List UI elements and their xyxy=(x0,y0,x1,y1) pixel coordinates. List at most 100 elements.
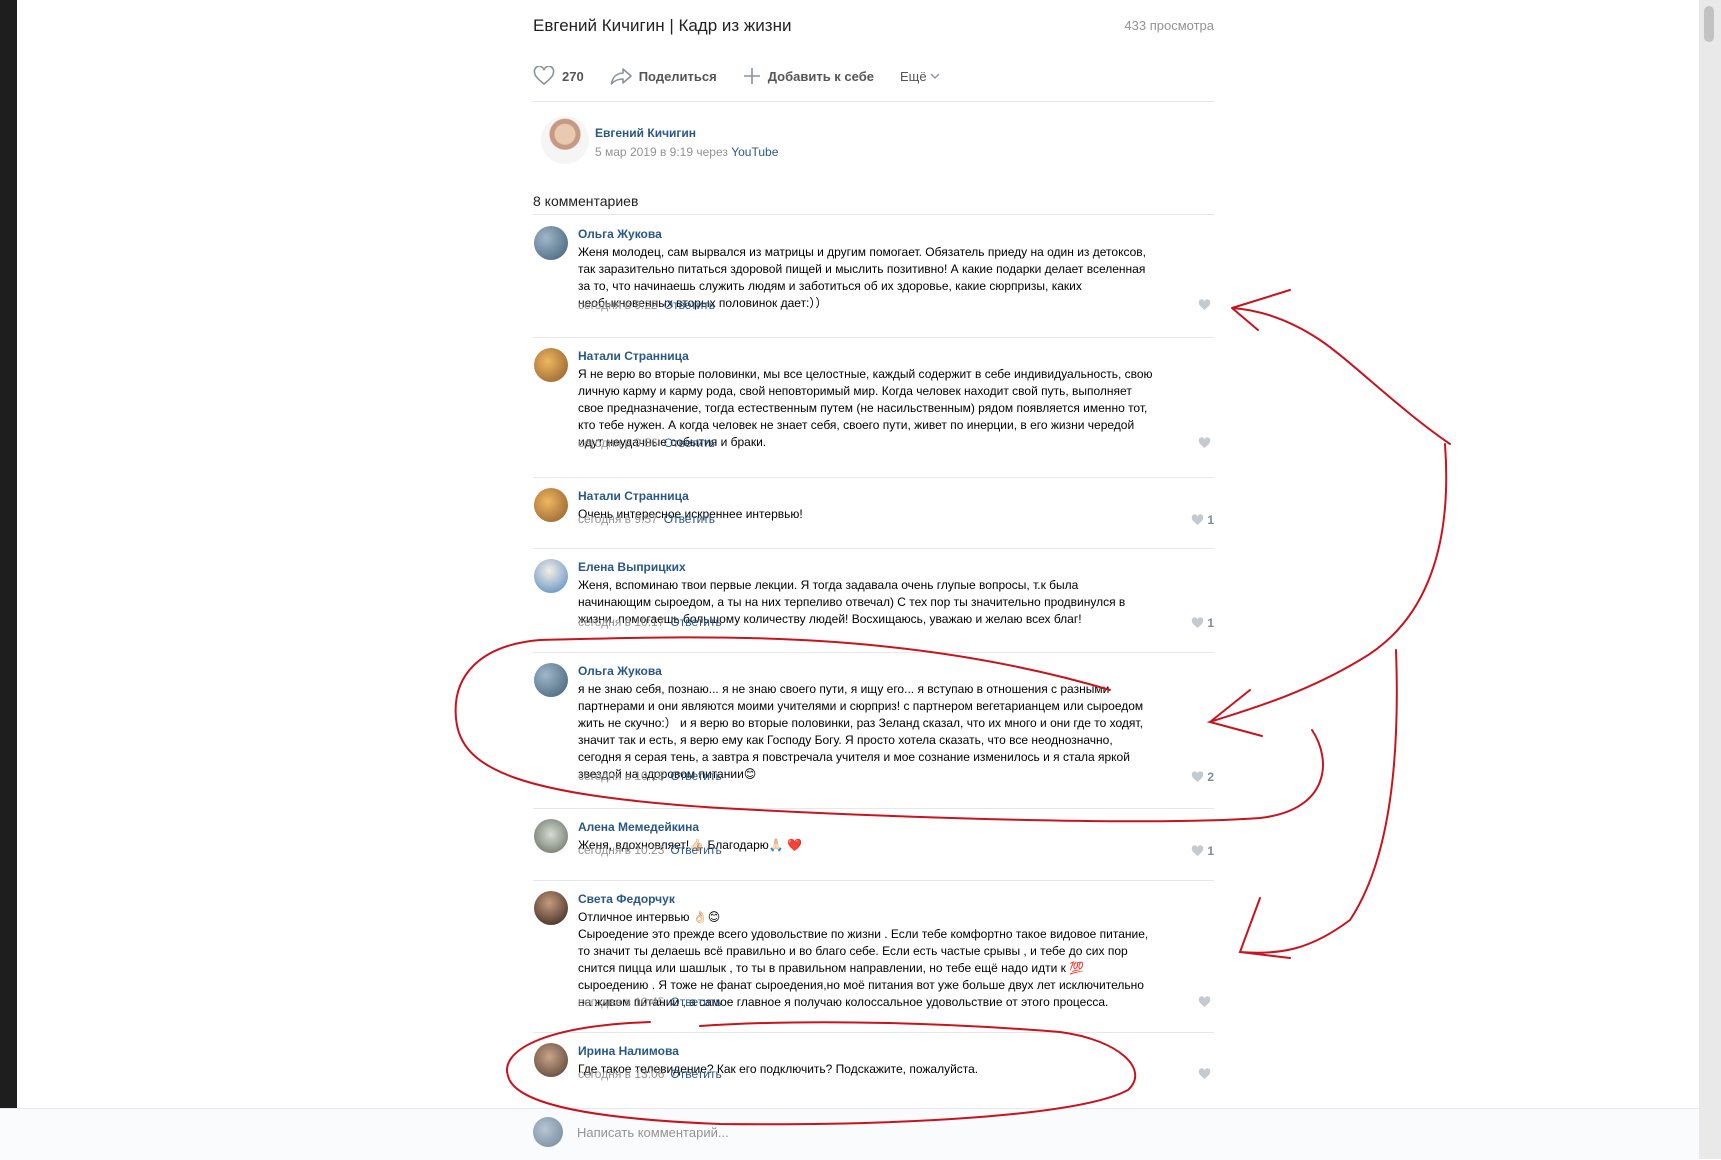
commenter-name[interactable]: Натали Странница xyxy=(578,349,689,363)
commenter-name[interactable]: Ольга Жукова xyxy=(578,664,662,678)
reply-link[interactable]: Ответить xyxy=(670,615,721,629)
commenter-name[interactable]: Натали Странница xyxy=(578,489,689,503)
comment-meta: сегодня в 13:06 Ответить xyxy=(578,1067,722,1081)
heart-icon xyxy=(533,66,555,86)
commenter-avatar[interactable] xyxy=(534,819,568,853)
scrollbar-thumb[interactable] xyxy=(1704,6,1714,42)
more-label: Ещё xyxy=(899,68,927,84)
comment: Натали Странница Я не верю во вторые поло… xyxy=(533,337,1214,478)
divider xyxy=(533,101,1214,102)
comment-meta: сегодня в 10:18 Ответить xyxy=(578,769,722,783)
comments-count: 8 комментариев xyxy=(533,193,639,209)
annotation-arrow xyxy=(1231,289,1451,445)
reply-link[interactable]: Ответить xyxy=(670,1067,721,1081)
reply-bar xyxy=(0,1108,1699,1160)
comment-time[interactable]: сегодня в 9:22 xyxy=(578,298,658,312)
author-name[interactable]: Евгений Кичигин xyxy=(595,126,696,140)
comment-meta: сегодня в 9:56 Ответить xyxy=(578,436,715,450)
comment-like-count: 2 xyxy=(1207,770,1214,784)
heart-icon xyxy=(1198,437,1211,448)
commenter-name[interactable]: Ольга Жукова xyxy=(578,227,662,241)
share-label: Поделиться xyxy=(638,68,717,84)
comment: Ольга Жукова Женя молодец, сам вырвался и… xyxy=(533,215,1214,338)
reply-link[interactable]: Ответить xyxy=(670,769,721,783)
commenter-avatar[interactable] xyxy=(534,348,568,382)
like-button[interactable]: 270 xyxy=(533,66,584,86)
annotation-arrow xyxy=(1238,649,1398,959)
heart-icon xyxy=(1192,514,1204,525)
comment-meta: сегодня в 10:17 Ответить xyxy=(578,615,722,629)
comment-meta: сегодня в 9:22 Ответить xyxy=(578,298,715,312)
share-icon xyxy=(610,68,632,85)
comment: Натали Странница Очень интересное искренн… xyxy=(533,477,1214,549)
comment-like-count: 1 xyxy=(1207,616,1214,630)
commenter-avatar[interactable] xyxy=(534,891,568,925)
add-to-mine-button[interactable]: Добавить к себе xyxy=(743,67,874,85)
comment-time[interactable]: сегодня в 10:17 xyxy=(578,615,664,629)
post-date: 5 мар 2019 в 9:19 через xyxy=(595,145,732,159)
comment-time[interactable]: сегодня в 13:06 xyxy=(578,1067,664,1081)
comment-like-button[interactable] xyxy=(1198,299,1214,311)
author-meta: 5 мар 2019 в 9:19 через YouTube xyxy=(595,145,778,159)
comment-like-button[interactable]: 2 xyxy=(1191,770,1214,784)
commenter-avatar[interactable] xyxy=(534,488,568,522)
like-count: 270 xyxy=(562,68,584,84)
view-count: 433 просмотра xyxy=(1124,18,1214,33)
heart-icon xyxy=(1198,299,1211,310)
comment-time[interactable]: сегодня в 9:56 xyxy=(578,436,658,450)
comment: Елена Выприцких Женя, вспоминаю твои перв… xyxy=(533,548,1214,653)
comment-meta: сегодня в 10:45 Ответить xyxy=(578,995,722,1009)
annotation-arrow xyxy=(1206,443,1448,737)
comment-like-button[interactable] xyxy=(1198,996,1214,1008)
add-label: Добавить к себе xyxy=(767,68,874,84)
reply-link[interactable]: Ответить xyxy=(670,995,721,1009)
heart-icon xyxy=(1192,845,1204,856)
own-avatar xyxy=(533,1117,563,1147)
plus-icon xyxy=(743,68,760,84)
comment-like-button[interactable]: 1 xyxy=(1191,513,1214,527)
reply-link[interactable]: Ответить xyxy=(664,512,715,526)
commenter-name[interactable]: Алена Мемедейкина xyxy=(578,820,699,834)
author-avatar[interactable] xyxy=(541,116,589,164)
commenter-avatar[interactable] xyxy=(534,226,568,260)
reply-link[interactable]: Ответить xyxy=(664,436,715,450)
heart-icon xyxy=(1192,617,1204,628)
comment-input[interactable]: Написать комментарий... xyxy=(577,1125,729,1140)
commenter-avatar[interactable] xyxy=(534,663,568,697)
chevron-down-icon xyxy=(930,73,940,79)
more-button[interactable]: Ещё xyxy=(900,69,940,84)
video-title: Евгений Кичигин | Кадр из жизни xyxy=(533,16,792,35)
comment-text: я не знаю себя, познаю... я не знаю свое… xyxy=(578,682,1144,781)
comment-time[interactable]: сегодня в 10:18 xyxy=(578,769,664,783)
commenter-avatar[interactable] xyxy=(534,1043,568,1077)
reply-link[interactable]: Ответить xyxy=(664,298,715,312)
comment-like-button[interactable] xyxy=(1198,1068,1214,1080)
comment-time[interactable]: сегодня в 10:23 xyxy=(578,843,664,857)
comment: Ирина Налимова Где такое телевидение? Как… xyxy=(533,1032,1214,1094)
action-bar: 270 Поделиться Добавить к себе Ещё xyxy=(533,64,966,88)
video-panel: Евгений Кичигин | Кадр из жизни 433 прос… xyxy=(500,0,1240,1159)
heart-icon xyxy=(1192,771,1204,782)
comment-meta: сегодня в 9:57 Ответить xyxy=(578,512,715,526)
commenter-avatar[interactable] xyxy=(534,559,568,593)
left-window-edge xyxy=(0,0,17,1159)
source-link[interactable]: YouTube xyxy=(731,145,778,159)
comment-like-count: 1 xyxy=(1207,844,1214,858)
commenter-name[interactable]: Елена Выприцких xyxy=(578,560,686,574)
share-button[interactable]: Поделиться xyxy=(610,67,717,85)
comment: Ольга Жукова я не знаю себя, познаю... я … xyxy=(533,652,1214,809)
comment-like-button[interactable] xyxy=(1198,437,1214,449)
comment-like-count: 1 xyxy=(1207,513,1214,527)
comment-time[interactable]: сегодня в 9:57 xyxy=(578,512,658,526)
comment-like-button[interactable]: 1 xyxy=(1191,844,1214,858)
scrollbar[interactable] xyxy=(1699,0,1721,1159)
comment: Света Федорчук Отличное интервью 👌🏻😊 Сыро… xyxy=(533,880,1214,1033)
comment: Алена Мемедейкина Женя, вдохновляет!👍🏻 Бл… xyxy=(533,808,1214,881)
reply-link[interactable]: Ответить xyxy=(670,843,721,857)
commenter-name[interactable]: Ирина Налимова xyxy=(578,1044,679,1058)
comment-time[interactable]: сегодня в 10:45 xyxy=(578,995,664,1009)
comment-like-button[interactable]: 1 xyxy=(1191,616,1214,630)
commenter-name[interactable]: Света Федорчук xyxy=(578,892,675,906)
comment-meta: сегодня в 10:23 Ответить xyxy=(578,843,722,857)
heart-icon xyxy=(1198,996,1211,1007)
